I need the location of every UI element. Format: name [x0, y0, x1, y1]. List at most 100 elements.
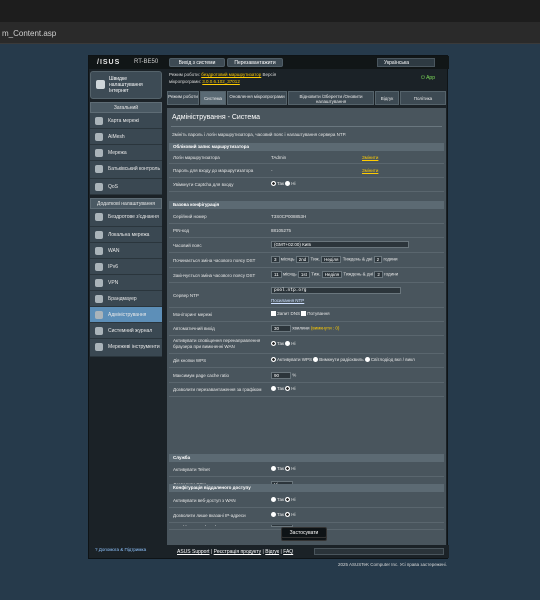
apply-button-bottom[interactable]: Застосувати: [281, 527, 327, 538]
tab-policy[interactable]: Політика: [400, 91, 446, 105]
ip-only-no-radio[interactable]: [285, 512, 291, 518]
redirect-yes-radio[interactable]: [271, 341, 276, 347]
browser-tab[interactable]: m_Content.asp: [0, 22, 540, 44]
browser-tab-strip: [0, 0, 540, 22]
help-support-link[interactable]: ? Допомога & Підтримка: [95, 547, 146, 552]
dst-end-day[interactable]: Неділя: [321, 271, 343, 278]
wps-radio-off-radio[interactable]: [313, 357, 319, 363]
reboot-schedule-label: Дозволити перезавантаження за графіком: [173, 387, 262, 392]
help-icon: ?: [95, 547, 98, 552]
change-login-link[interactable]: Змінити: [362, 155, 378, 160]
sidebar-item-wan[interactable]: WAN: [90, 243, 162, 259]
router-admin-panel: /ISUS RT-BE50 Вихід з системи Перезавант…: [88, 55, 449, 559]
web-wan-no-radio[interactable]: [285, 497, 291, 503]
dst-start-hour[interactable]: 2: [373, 256, 383, 263]
sidebar-item-ipv6[interactable]: IPv6: [90, 259, 162, 275]
footer-link-support[interactable]: ASUS Support: [177, 549, 210, 555]
dst-start-week[interactable]: 2nd: [295, 256, 310, 263]
tab-firmware[interactable]: Оновлення мікропрограми: [227, 91, 287, 105]
captcha-yes-radio[interactable]: [271, 181, 276, 187]
login-label: Логін маршрутизатора: [173, 155, 220, 160]
tab-restore-save[interactable]: Відновити /Зберегти /Оновити налаштуванн…: [288, 91, 374, 105]
status-info: Режим роботи: бездротовий маршрутизатор …: [169, 71, 276, 85]
firmware-value[interactable]: 3.0.0.6.102_37012: [202, 79, 240, 84]
timezone-select[interactable]: (GMT+02:00) Київ: [271, 241, 409, 248]
ntp-link[interactable]: Посилання NTP: [271, 298, 304, 303]
ip-only-yes-radio[interactable]: [271, 512, 276, 518]
sidebar-item-aimesh[interactable]: AiMesh: [90, 129, 162, 145]
reboot-schedule-yes-radio[interactable]: [271, 386, 276, 392]
row-ip-only: Дозволити лише вказані IP-адреси Так Ні: [169, 508, 444, 523]
change-password-link[interactable]: Змінити: [362, 168, 378, 173]
logout-button[interactable]: Вихід з системи: [169, 58, 225, 67]
sidebar-item-network-map[interactable]: Карта мережі: [90, 113, 162, 129]
sidebar-item-syslog[interactable]: Системний журнал: [90, 323, 162, 339]
redirect-label: Активувати сповіщення перенаправлення бр…: [173, 338, 261, 349]
captcha-label: Увімкнути Captcha для входу: [173, 182, 234, 187]
tab-feedback[interactable]: Відгук: [375, 91, 399, 105]
auto-logout-hint: (вимкнути : 0): [310, 325, 340, 331]
dst-start-month[interactable]: 3: [271, 256, 280, 263]
dst-start-day[interactable]: Неділя: [321, 256, 342, 263]
sidebar-item-network[interactable]: Мережа: [90, 145, 162, 161]
wps-led-label: Світлодіод вкл / викл: [370, 357, 415, 362]
remote-access-block: Конфігурація віддаленого доступу Активув…: [167, 484, 446, 525]
sidebar-item-parental[interactable]: Батьківський контроль: [90, 161, 162, 179]
ping-checkbox[interactable]: [301, 311, 307, 317]
sidebar-item-vpn[interactable]: VPN: [90, 275, 162, 291]
row-captcha: Увімкнути Captcha для входу Так Ні: [169, 178, 444, 192]
language-select[interactable]: Українська: [377, 58, 435, 67]
pin-value: 88105275: [271, 228, 292, 233]
row-dst-start: Починається зміна часового поясу DST 3 м…: [169, 253, 444, 268]
auto-logout-unit: хвилини: [292, 325, 310, 331]
reboot-schedule-no-label: Ні: [291, 386, 296, 391]
sidebar-item-qos[interactable]: QoS: [90, 179, 162, 195]
page-cache-input[interactable]: 90: [271, 372, 291, 379]
wps-led-radio[interactable]: [364, 357, 370, 363]
redirect-no-radio[interactable]: [285, 341, 291, 347]
footer-link-registration[interactable]: Реєстрація продукту: [214, 549, 262, 555]
telnet-yes-radio[interactable]: [271, 466, 276, 472]
footer-link-faq[interactable]: FAQ: [283, 549, 293, 555]
sidebar-item-firewall[interactable]: Брандмауер: [90, 291, 162, 307]
row-ntp: Сервер NTP pool.ntp.org Посилання NTP: [169, 283, 444, 308]
dst-end-week[interactable]: 1st: [297, 271, 310, 278]
reboot-button[interactable]: Перезавантажити: [227, 58, 283, 67]
dst-end-month[interactable]: 11: [271, 271, 282, 278]
quick-setup-button[interactable]: Швидке налаштування Інтернет: [90, 71, 162, 99]
mode-value[interactable]: бездротовий маршрутизатор: [201, 72, 261, 77]
sidebar-item-lan[interactable]: Локальна мережа: [90, 227, 162, 243]
sidebar-general-title: Загальний: [90, 102, 162, 113]
app-indicator[interactable]: ⏻ App: [421, 75, 435, 81]
dst-start-day-label: Тиждень & дні: [342, 256, 373, 262]
tab-system[interactable]: Система: [200, 91, 226, 105]
login-value: TAdmin: [271, 155, 287, 160]
reboot-schedule-no-radio[interactable]: [285, 386, 291, 392]
sidebar-item-administration[interactable]: Адміністрування: [90, 307, 162, 323]
password-label: Пароль для входу до маршрутизатора: [173, 168, 254, 173]
captcha-no-label: Ні: [291, 181, 296, 186]
ntp-input[interactable]: pool.ntp.org: [271, 287, 401, 294]
sidebar-item-tools[interactable]: Мережеві інструменти: [90, 339, 162, 357]
footer-search-input[interactable]: [314, 548, 444, 555]
page-cache-label: Максимум page cache ratio: [173, 373, 230, 378]
row-pin: PIN-код 88105275: [169, 224, 444, 238]
telnet-no-radio[interactable]: [285, 466, 291, 472]
dns-query-checkbox[interactable]: [271, 311, 276, 317]
telnet-label: Активувати Telnet: [173, 467, 210, 472]
footer-link-feedback[interactable]: Відгук: [265, 549, 279, 555]
dst-start-hour-label: години: [383, 256, 398, 262]
page-cache-unit: %: [292, 372, 297, 378]
serial-value: T3S0CP008853H: [271, 214, 307, 219]
auto-logout-input[interactable]: 30: [271, 325, 291, 332]
tab-operation-mode[interactable]: Режим роботи: [167, 91, 199, 105]
captcha-no-radio[interactable]: [285, 181, 291, 187]
model-name: RT-BE50: [134, 59, 159, 65]
sidebar-item-wireless[interactable]: Бездротове з'єднання: [90, 209, 162, 227]
version-label: Версія: [262, 72, 277, 77]
wps-activate-radio[interactable]: [271, 357, 276, 363]
dst-end-hour[interactable]: 2: [374, 271, 383, 278]
web-wan-yes-radio[interactable]: [271, 497, 276, 503]
section-service: Служба: [169, 454, 444, 462]
web-wan-label: Активувати веб-доступ з WAN: [173, 498, 236, 503]
